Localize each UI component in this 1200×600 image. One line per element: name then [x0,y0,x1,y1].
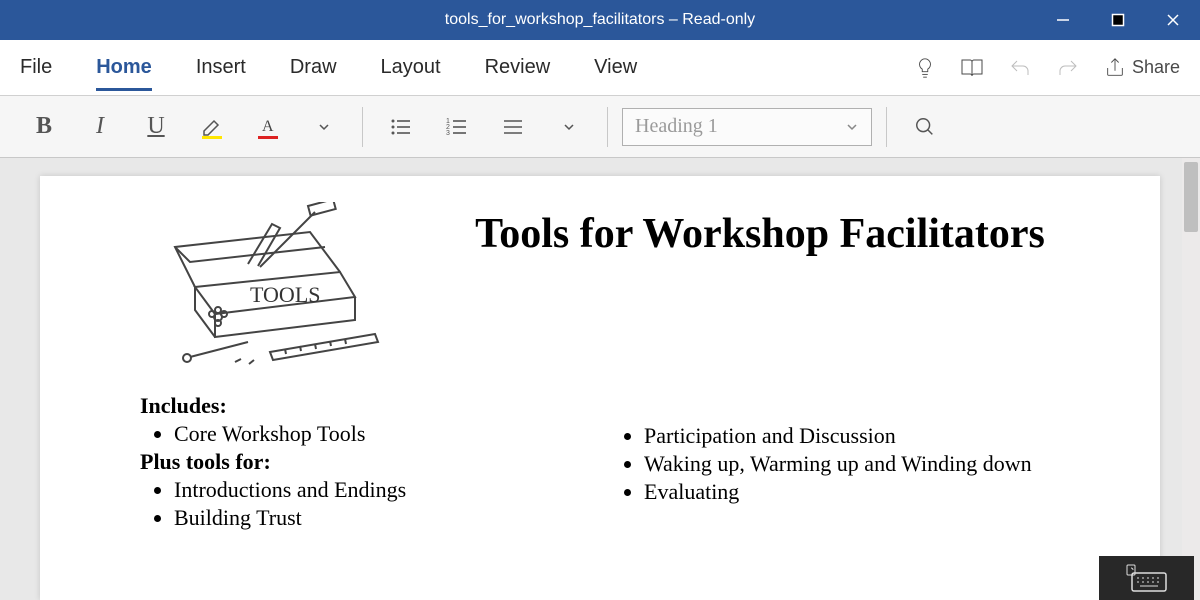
window-title: tools_for_workshop_facilitators – Read-o… [0,11,1200,29]
document-canvas[interactable]: TOOLS Tools for Workshop Facilitators In… [0,158,1200,600]
includes-list: Core Workshop Tools [140,421,610,447]
minimize-button[interactable] [1035,0,1090,40]
search-button[interactable] [901,105,949,149]
tab-view[interactable]: View [594,50,637,85]
toolbox-illustration: TOOLS [140,202,400,377]
plus-tools-list: Introductions and Endings Building Trust [140,477,610,531]
document-page: TOOLS Tools for Workshop Facilitators In… [40,176,1160,600]
reading-view-icon[interactable] [960,57,984,79]
svg-text:3: 3 [446,130,450,137]
share-button[interactable]: Share [1104,57,1180,79]
menu-bar: File Home Insert Draw Layout Review View… [0,40,1200,96]
right-list: Participation and Discussion Waking up, … [610,423,1080,505]
title-bar: tools_for_workshop_facilitators – Read-o… [0,0,1200,40]
window-controls [1035,0,1200,40]
font-color-button[interactable]: A [244,105,292,149]
font-color-dropdown[interactable] [300,105,348,149]
document-title: Tools for Workshop Facilitators [440,208,1080,261]
right-column: Participation and Discussion Waking up, … [610,393,1080,533]
italic-button[interactable]: I [76,105,124,149]
highlight-color-button[interactable] [188,105,236,149]
toolbox-label: TOOLS [250,282,321,307]
menu-right: Share [914,57,1180,79]
list-item: Participation and Discussion [644,423,1080,449]
numbered-list-button[interactable]: 1 2 3 [433,105,481,149]
tab-draw[interactable]: Draw [290,50,337,85]
bold-button[interactable]: B [20,105,68,149]
share-label: Share [1132,57,1180,78]
tab-file[interactable]: File [20,50,52,85]
close-button[interactable] [1145,0,1200,40]
on-screen-keyboard-button[interactable] [1099,556,1194,600]
separator [886,107,887,147]
tab-home[interactable]: Home [96,50,152,85]
undo-button[interactable] [1008,57,1032,79]
style-select-value: Heading 1 [635,115,718,138]
scrollbar-thumb[interactable] [1184,162,1198,232]
list-item: Building Trust [174,505,610,531]
bullet-list-button[interactable] [377,105,425,149]
ribbon-toolbar: B I U A 1 2 3 Heading 1 [0,96,1200,158]
maximize-button[interactable] [1090,0,1145,40]
list-item: Waking up, Warming up and Winding down [644,451,1080,477]
align-dropdown[interactable] [545,105,593,149]
list-item: Evaluating [644,479,1080,505]
chevron-down-icon [845,120,859,134]
tab-review[interactable]: Review [485,50,551,85]
includes-label: Includes: [140,393,610,419]
align-button[interactable] [489,105,537,149]
plus-tools-label: Plus tools for: [140,449,610,475]
underline-button[interactable]: U [132,105,180,149]
vertical-scrollbar[interactable] [1182,158,1200,600]
list-item: Core Workshop Tools [174,421,610,447]
redo-button[interactable] [1056,57,1080,79]
separator [607,107,608,147]
tab-insert[interactable]: Insert [196,50,246,85]
left-column: Includes: Core Workshop Tools Plus tools… [140,393,610,533]
content-columns: Includes: Core Workshop Tools Plus tools… [140,393,1080,533]
tell-me-icon[interactable] [914,57,936,79]
separator [362,107,363,147]
tab-layout[interactable]: Layout [381,50,441,85]
svg-text:A: A [262,118,274,135]
style-select[interactable]: Heading 1 [622,108,872,146]
list-item: Introductions and Endings [174,477,610,503]
